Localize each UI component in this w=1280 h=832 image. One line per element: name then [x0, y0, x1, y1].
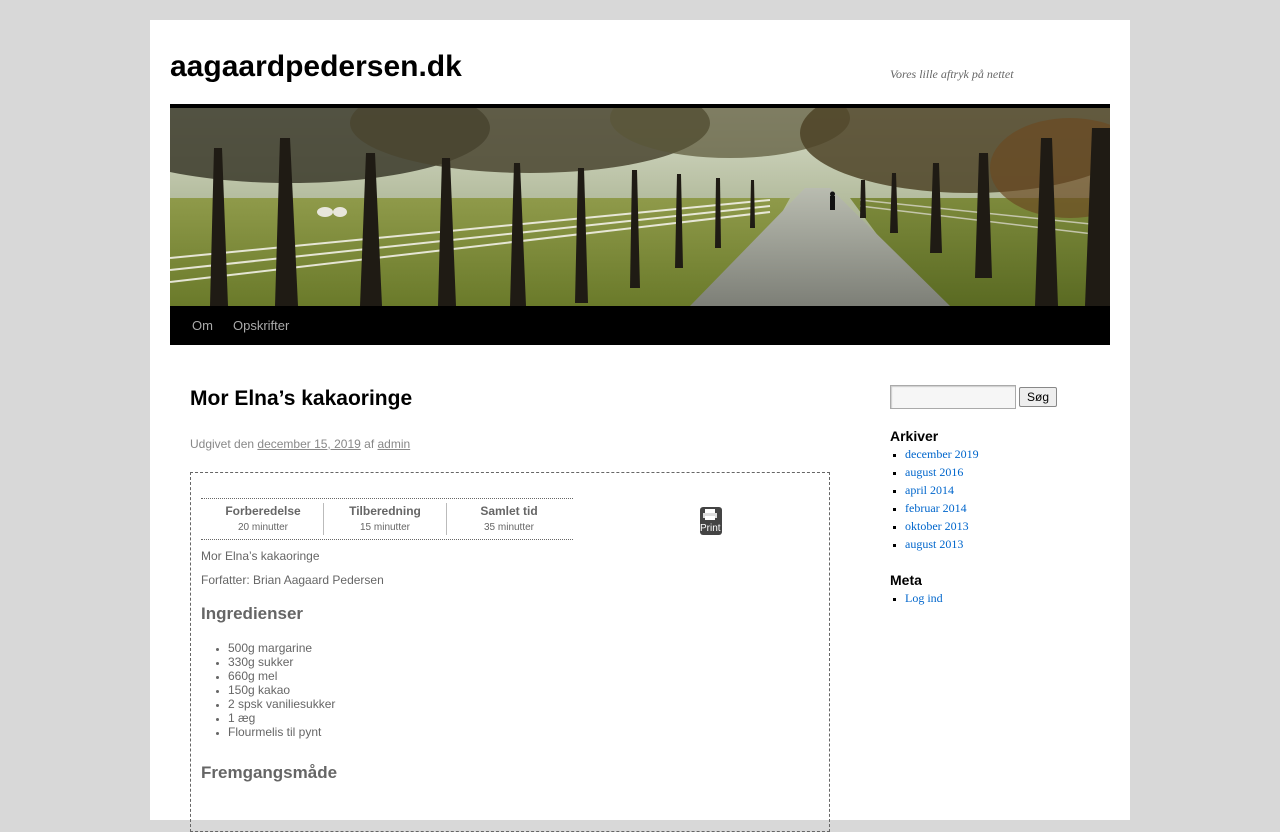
post-author-link[interactable]: admin [378, 437, 411, 451]
meta-title: Meta [890, 572, 922, 588]
meta-item: Log ind [905, 589, 943, 607]
printer-icon [703, 509, 717, 520]
archives-title: Arkiver [890, 428, 939, 444]
menu-item-opskrifter[interactable]: Opskrifter [233, 318, 289, 333]
archive-item: oktober 2013 [905, 517, 979, 535]
post-date-link[interactable]: december 15, 2019 [257, 437, 360, 451]
ingredient-item: 500g margarine [228, 641, 335, 655]
meta-prefix: Udgivet den [190, 437, 255, 451]
total-time-value: 35 minutter [483, 522, 535, 533]
archive-link-august-2013[interactable]: august 2013 [905, 537, 963, 551]
total-time-label: Samlet tid [480, 504, 538, 518]
site-description: Vores lille aftryk på nettet [890, 67, 1014, 81]
post-meta: Udgivet den december 15, 2019 af admin [190, 437, 410, 451]
meta-list: Log ind [890, 589, 943, 607]
ingredients-list: 500g margarine 330g sukker 660g mel 150g… [201, 641, 335, 739]
recipe-name: Mor Elna’s kakaoringe [201, 549, 320, 563]
search-input[interactable] [890, 385, 1016, 409]
ingredient-item: 150g kakao [228, 683, 335, 697]
login-link[interactable]: Log ind [905, 591, 943, 605]
ingredient-item: 330g sukker [228, 655, 335, 669]
archive-link-april-2014[interactable]: april 2014 [905, 483, 954, 497]
header-image [170, 108, 1110, 306]
prep-time-value: 20 minutter [237, 522, 289, 533]
archive-item: august 2016 [905, 463, 979, 481]
recipe-times: Forberedelse 20 minutter Tilberedning 15… [201, 498, 573, 540]
archive-item: februar 2014 [905, 499, 979, 517]
cook-time: Tilberedning 15 minutter [323, 503, 447, 535]
ingredients-title: Ingredienser [201, 604, 304, 623]
archive-link-december-2019[interactable]: december 2019 [905, 447, 979, 461]
meta-by: af [364, 437, 375, 451]
print-button[interactable]: Print [700, 507, 722, 535]
archive-item: december 2019 [905, 445, 979, 463]
prep-time-label: Forberedelse [225, 504, 301, 518]
prep-time: Forberedelse 20 minutter [201, 503, 325, 535]
post-title: Mor Elna’s kakaoringe [190, 387, 413, 410]
total-time: Samlet tid 35 minutter [447, 503, 571, 535]
cook-time-value: 15 minutter [359, 522, 411, 533]
archive-item: august 2013 [905, 535, 979, 553]
recipe-card: Forberedelse 20 minutter Tilberedning 15… [190, 472, 830, 832]
page-wrapper: aagaardpedersen.dk Vores lille aftryk på… [150, 20, 1130, 832]
ingredient-item: 2 spsk vaniliesukker [228, 697, 335, 711]
site-title[interactable]: aagaardpedersen.dk [170, 50, 462, 84]
ingredient-item: 1 æg [228, 711, 335, 725]
menu-item-om[interactable]: Om [192, 318, 213, 333]
print-label: Print [700, 523, 721, 534]
archive-link-august-2016[interactable]: august 2016 [905, 465, 963, 479]
method-title: Fremgangsmåde [201, 763, 338, 782]
main-menu: Om Opskrifter [170, 306, 1110, 345]
ingredient-item: Flourmelis til pynt [228, 725, 335, 739]
archives-list: december 2019 august 2016 april 2014 feb… [890, 445, 979, 553]
archive-link-februar-2014[interactable]: februar 2014 [905, 501, 967, 515]
cook-time-label: Tilberedning [349, 504, 421, 518]
archive-link-oktober-2013[interactable]: oktober 2013 [905, 519, 969, 533]
archive-item: april 2014 [905, 481, 979, 499]
search-button[interactable]: Søg [1019, 387, 1057, 407]
recipe-author: Forfatter: Brian Aagaard Pedersen [201, 573, 384, 587]
ingredient-item: 660g mel [228, 669, 335, 683]
